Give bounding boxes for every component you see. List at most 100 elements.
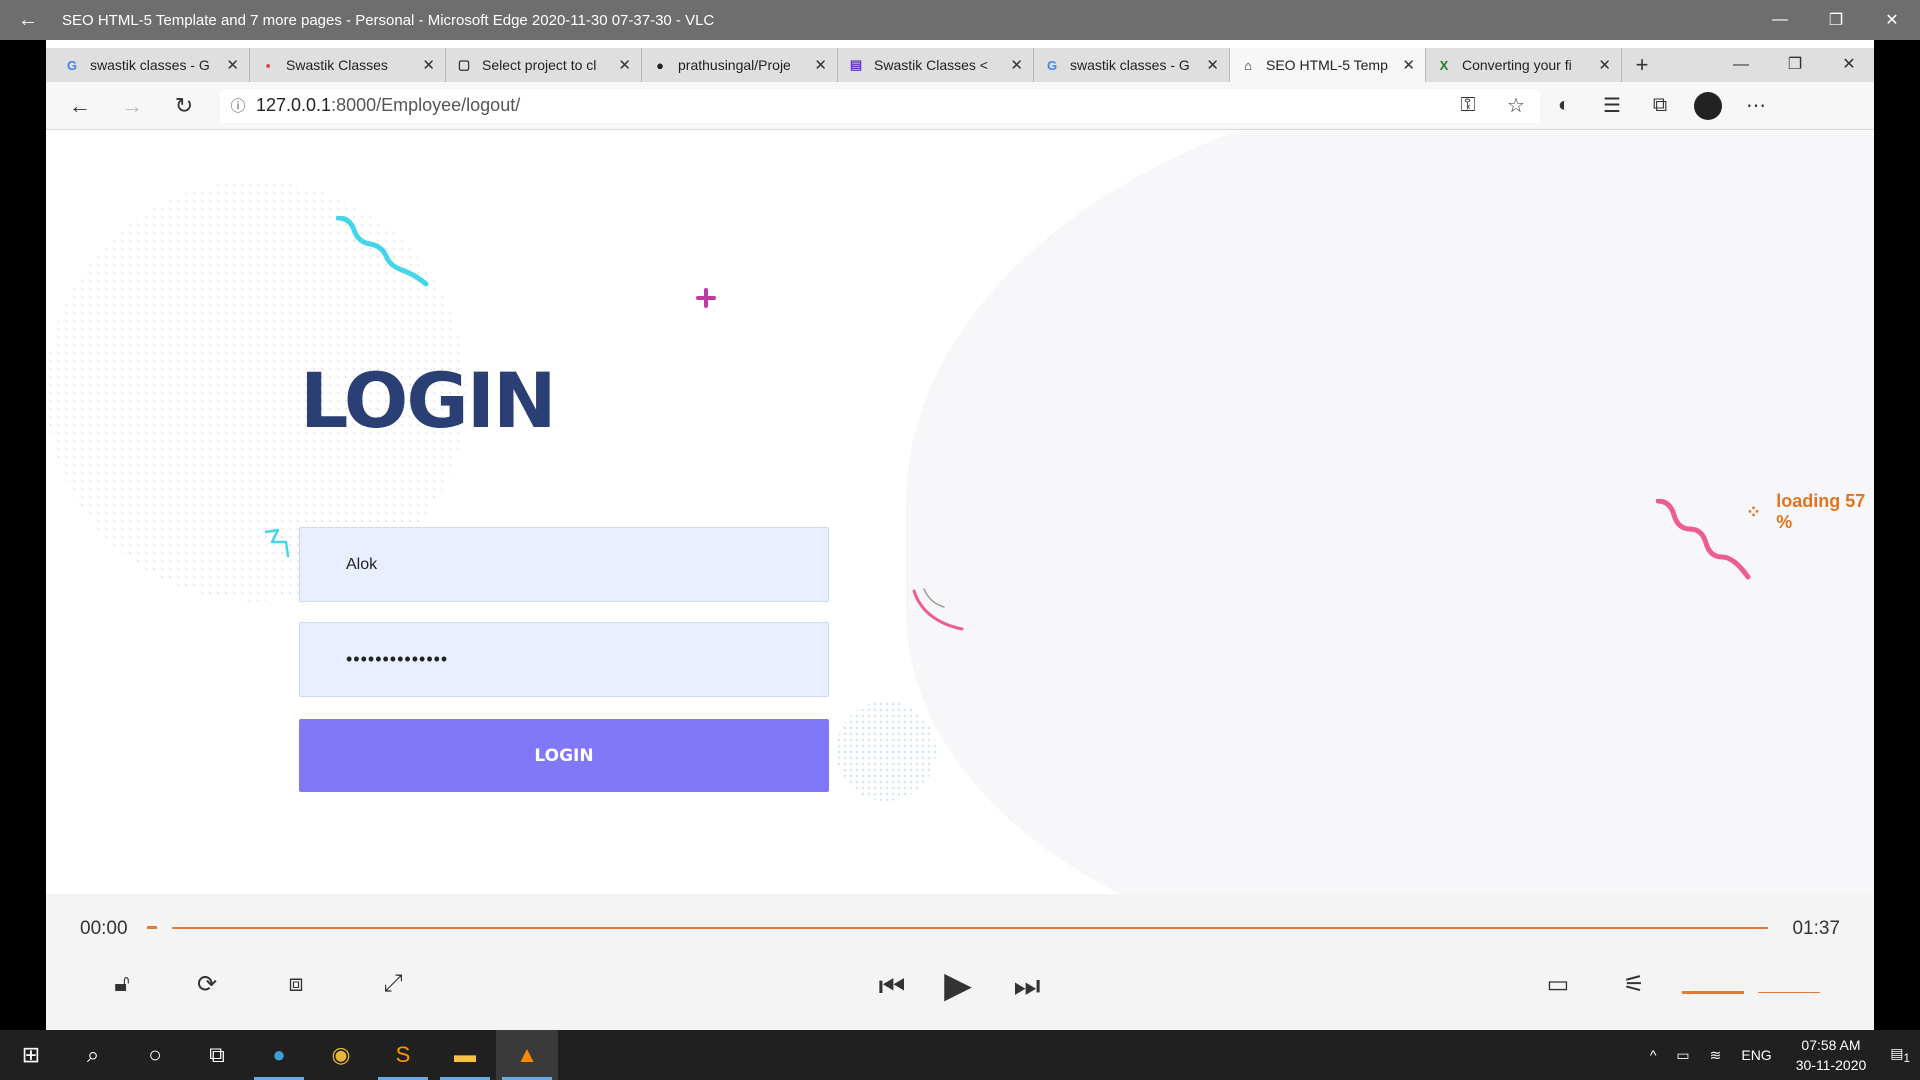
refresh-icon[interactable]: ↻ <box>158 93 210 119</box>
edge-icon[interactable]: ● <box>248 1030 310 1080</box>
task-view-icon[interactable]: ⧉ <box>186 1030 248 1080</box>
tab-label: Converting your fi <box>1462 57 1572 73</box>
time-current: 00:00 <box>80 918 128 939</box>
vlc-icon[interactable]: ▲ <box>496 1030 558 1080</box>
volume-track[interactable] <box>1758 992 1820 993</box>
close-tab-icon[interactable]: ✕ <box>618 56 631 74</box>
profile-avatar[interactable] <box>1694 91 1722 120</box>
close-tab-icon[interactable]: ✕ <box>1206 56 1219 74</box>
video-frame: G swastik classes - G ✕ ▪ Swastik Classe… <box>46 40 1874 894</box>
tab-label: prathusingal/Proje <box>678 57 791 73</box>
tab-label: Swastik Classes <box>286 57 388 73</box>
subtitles-icon[interactable]: ▭ <box>1538 970 1578 999</box>
browser-close-icon[interactable]: ✕ <box>1822 48 1874 82</box>
browser-tab[interactable]: ▪ Swastik Classes ✕ <box>250 48 446 82</box>
browser-minimize-icon[interactable]: — <box>1714 48 1768 82</box>
home-icon: ⌂ <box>1244 57 1252 73</box>
browser-tab[interactable]: ▤ Swastik Classes < ✕ <box>838 48 1034 82</box>
chrome-icon[interactable]: ◉ <box>310 1030 372 1080</box>
plus-decoration <box>696 288 716 308</box>
password-input[interactable]: •••••••••••••• <box>299 622 829 697</box>
window-title: SEO HTML-5 Template and 7 more pages - P… <box>62 11 715 29</box>
forward-icon[interactable]: → <box>106 93 158 119</box>
notification-count: 1 <box>1903 1051 1910 1065</box>
system-tray: ^ ▭ ≋ ENG 07:58 AM 30-11-2020 ▤1 <box>1640 1030 1920 1080</box>
browser-tab[interactable]: X Converting your fi ✕ <box>1426 48 1622 82</box>
site-info-icon[interactable]: ⓘ <box>220 95 256 116</box>
language-indicator[interactable]: ENG <box>1731 1047 1781 1063</box>
browser-tab[interactable]: ▢ Select project to cl ✕ <box>446 48 642 82</box>
cortana-icon[interactable]: ○ <box>124 1030 186 1080</box>
sublime-icon[interactable]: S <box>372 1030 434 1080</box>
close-tab-icon[interactable]: ✕ <box>226 56 239 74</box>
squiggle-decoration <box>1656 499 1751 580</box>
tab-label: Swastik Classes < <box>874 57 988 73</box>
close-tab-icon[interactable]: ✕ <box>1598 56 1611 74</box>
vlc-controls: 00:00 01:37 🔓︎ ⟳ ⧈ ⤢ ⏮ ▶ ⏭ ▭ ⚟ <box>46 894 1874 1030</box>
tab-label: swastik classes - G <box>1070 57 1190 73</box>
lock-icon[interactable]: 🔓︎ <box>102 970 142 998</box>
browser-tab[interactable]: ● prathusingal/Proje ✕ <box>642 48 838 82</box>
browser-tab-strip: G swastik classes - G ✕ ▪ Swastik Classe… <box>46 48 1874 82</box>
login-heading: LOGIN <box>300 356 557 445</box>
tab-label: SEO HTML-5 Temp <box>1266 57 1388 73</box>
username-input[interactable]: Alok <box>299 527 829 602</box>
volume-level[interactable] <box>1682 991 1744 994</box>
github-icon: ● <box>656 57 664 73</box>
seek-handle[interactable] <box>147 926 157 929</box>
more-icon[interactable]: ⋯ <box>1732 93 1780 118</box>
play-icon[interactable]: ▶ <box>938 964 978 1006</box>
time-total: 01:37 <box>1792 918 1840 939</box>
windows-start-icon[interactable]: ⊞ <box>0 1030 62 1080</box>
zigzag-decoration <box>264 528 290 558</box>
key-icon[interactable]: ⚿ <box>1444 94 1492 117</box>
close-icon[interactable]: ✕ <box>1864 10 1920 30</box>
browser-tab-active[interactable]: ⌂ SEO HTML-5 Temp ✕ <box>1230 48 1426 82</box>
close-tab-icon[interactable]: ✕ <box>1010 56 1023 74</box>
tab-label: swastik classes - G <box>90 57 210 73</box>
close-tab-icon[interactable]: ✕ <box>422 56 435 74</box>
address-bar[interactable]: ⓘ 127.0.0.1 :8000/Employee/logout/ ⚿ ☆ <box>220 88 1540 123</box>
equalizer-icon[interactable]: ⚟ <box>1614 970 1654 999</box>
favorite-star-icon[interactable]: ☆ <box>1492 93 1540 118</box>
search-icon[interactable]: ⌕ <box>62 1030 124 1080</box>
close-tab-icon[interactable]: ✕ <box>814 56 827 74</box>
forms-icon: ▤ <box>849 57 863 72</box>
browser-toolbar: ← → ↻ ⓘ 127.0.0.1 :8000/Employee/logout/… <box>46 82 1874 130</box>
show-hidden-icons-icon[interactable]: ^ <box>1640 1047 1667 1063</box>
extension-icon[interactable]: ◐ <box>1540 94 1588 117</box>
loop-icon[interactable]: ⟳ <box>187 970 227 999</box>
fullscreen-icon[interactable]: ⤢ <box>373 970 413 998</box>
clock-time: 07:58 AM <box>1801 1037 1861 1053</box>
next-icon[interactable]: ⏭ <box>1007 970 1047 1004</box>
restore-icon[interactable]: ❐ <box>1808 10 1864 30</box>
browser-restore-icon[interactable]: ❐ <box>1768 48 1822 82</box>
favorites-icon[interactable]: ☰ <box>1588 93 1636 118</box>
minimize-icon[interactable]: — <box>1752 11 1808 29</box>
wifi-icon[interactable]: ≋ <box>1700 1047 1732 1064</box>
web-page: LOGIN Alok •••••••••••••• LOGIN ⁘ loadin… <box>46 131 1874 894</box>
back-icon[interactable]: ← <box>54 93 106 119</box>
new-tab-button[interactable]: + <box>1622 48 1662 82</box>
battery-icon[interactable]: ▭ <box>1666 1047 1699 1064</box>
close-tab-icon[interactable]: ✕ <box>1402 56 1415 74</box>
back-arrow-icon[interactable]: ← <box>0 9 56 32</box>
aspect-ratio-icon[interactable]: ⧈ <box>276 970 316 998</box>
previous-icon[interactable]: ⏮ <box>872 970 912 1004</box>
google-icon: G <box>66 57 78 73</box>
tab-label: Select project to cl <box>482 57 597 73</box>
excel-icon: X <box>1439 57 1449 73</box>
vlc-titlebar: ← SEO HTML-5 Template and 7 more pages -… <box>0 0 1920 40</box>
clock[interactable]: 07:58 AM 30-11-2020 <box>1782 1035 1881 1075</box>
page-icon: ▢ <box>457 57 471 72</box>
site-icon: ▪ <box>265 57 271 73</box>
login-button[interactable]: LOGIN <box>299 719 829 792</box>
browser-tab[interactable]: G swastik classes - G ✕ <box>54 48 250 82</box>
seek-bar[interactable] <box>172 927 1768 929</box>
collections-icon[interactable]: ⧉ <box>1636 94 1684 117</box>
file-explorer-icon[interactable]: ▬ <box>434 1030 496 1080</box>
url-host: 127.0.0.1 <box>256 95 332 115</box>
browser-tab[interactable]: G swastik classes - G ✕ <box>1034 48 1230 82</box>
windows-taskbar: ⊞ ⌕ ○ ⧉ ● ◉ S ▬ ▲ ^ ▭ ≋ ENG 07:58 AM 30-… <box>0 1030 1920 1080</box>
notifications-icon[interactable]: ▤1 <box>1880 1045 1920 1065</box>
